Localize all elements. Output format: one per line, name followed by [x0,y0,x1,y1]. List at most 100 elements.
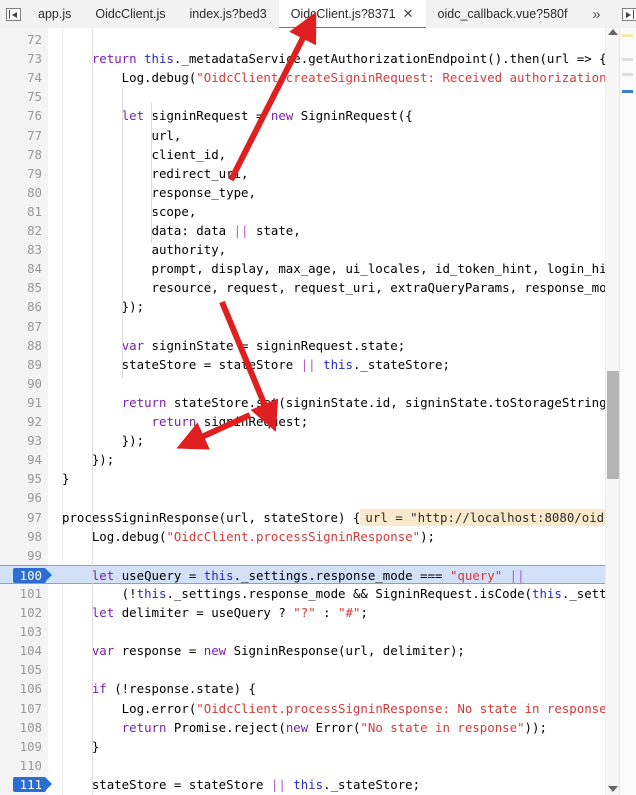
line-text: Log.debug("OidcClient.processSigninRespo… [62,528,435,544]
code-line[interactable]: 99 [0,546,636,565]
editor-window: app.js OidcClient.js index.js?bed3 OidcC… [0,0,636,795]
code-line[interactable]: 111 stateStore = stateStore || this._sta… [0,775,636,794]
indent-guide [121,88,123,378]
code-line[interactable]: 87 [0,317,636,336]
split-pane-icon [621,7,636,21]
line-number: 75 [27,89,42,105]
line-text: let useQuery = this._settings.response_m… [91,567,525,583]
code-line[interactable]: 90 [0,374,636,393]
line-number: 90 [27,375,42,391]
line-text: var signinState = signinRequest.state; [121,337,406,353]
line-number: 103 [19,624,42,640]
line-number: 86 [27,299,42,315]
line-number: 97 [27,509,42,525]
code-line[interactable]: 109 } [0,737,636,756]
code-line[interactable]: 106 if (!response.state) { [0,679,636,698]
line-number: 107 [19,700,42,716]
code-line[interactable]: 108 return Promise.reject(new Error("No … [0,718,636,737]
code-line[interactable]: 88 var signinState = signinRequest.state… [0,336,636,355]
code-line[interactable]: 86 }); [0,297,636,316]
code-line[interactable]: 102 let delimiter = useQuery ? "?" : "#"… [0,603,636,622]
code-editor-pane[interactable]: 72 73 return this._metadataService.getAut… [0,28,636,795]
code-line[interactable]: 81 scope, [0,202,636,221]
line-number: 73 [27,51,42,67]
split-editor-button[interactable] [613,0,636,28]
scrollbar-thumb[interactable] [607,371,619,479]
code-line[interactable]: 93 }); [0,431,636,450]
line-number: 110 [19,757,42,773]
line-number: 77 [27,127,42,143]
marker-change[interactable] [622,58,633,61]
code-line[interactable]: 92 return signinRequest; [0,412,636,431]
line-number: 91 [27,394,42,410]
marker-warning[interactable] [622,34,633,37]
line-text: }); [62,299,145,315]
line-number: 79 [27,165,42,181]
line-number: 88 [27,337,42,353]
line-number: 74 [27,70,42,86]
code-line[interactable]: 89 stateStore = stateStore || this._stat… [0,355,636,374]
line-text: } [62,738,100,754]
line-number: 82 [27,223,42,238]
line-text: stateStore = stateStore || this._stateSt… [62,776,421,792]
code-line[interactable]: 95} [0,469,636,488]
code-line[interactable]: 85 resource, request, request_uri, extra… [0,278,636,297]
scroll-up-arrow-icon[interactable] [608,29,618,35]
code-line[interactable]: 110 [0,756,636,775]
close-icon[interactable]: ✕ [403,7,414,20]
code-line[interactable]: 78 client_id, [0,145,636,164]
code-line[interactable]: 74 Log.debug("OidcClient.createSigninReq… [0,68,636,87]
scroll-down-arrow-icon[interactable] [608,786,618,792]
line-number: 95 [27,471,42,487]
code-line[interactable]: 105 [0,660,636,679]
code-line[interactable]: 101 (!this._settings.response_mode && Si… [0,584,636,603]
marker-change[interactable] [622,73,633,76]
code-line[interactable]: 103 [0,622,636,641]
tab-index-js[interactable]: index.js?bed3 [178,0,279,28]
code-line[interactable]: 83 authority, [0,240,636,259]
line-number: 109 [19,738,42,754]
line-text: (!this._settings.response_mode && Signin… [62,585,636,601]
line-number: 99 [27,547,42,563]
code-content[interactable]: 72 73 return this._metadataService.getAut… [0,28,636,795]
code-line[interactable]: 73 return this._metadataService.getAutho… [0,49,636,68]
vertical-scrollbar[interactable] [605,28,620,795]
line-text: } [62,471,70,487]
line-number: 83 [27,242,42,258]
tab-app-js[interactable]: app.js [26,0,83,28]
line-text: }); [62,433,145,449]
chevron-left-icon [5,7,21,21]
code-line[interactable]: 107 Log.error("OidcClient.processSigninR… [0,699,636,718]
line-number: 98 [27,528,42,544]
line-number: 111 [19,776,42,792]
marker-caret[interactable] [622,90,633,93]
code-line[interactable]: 91 return stateStore.set(signinState.id,… [0,393,636,412]
tab-scroll-left-button[interactable] [0,0,26,28]
tab-label: OidcClient.js [95,7,166,21]
line-text: Log.debug("OidcClient.createSigninReques… [62,70,636,86]
code-line[interactable]: 104 var response = new SigninResponse(ur… [0,641,636,660]
code-line[interactable]: 97 processSigninResponse(url, stateStore)… [0,508,636,527]
tab-overflow-button[interactable]: » [579,0,613,28]
code-line[interactable]: 84 prompt, display, max_age, ui_locales,… [0,259,636,278]
tab-oidcclient-js[interactable]: OidcClient.js [83,0,177,28]
code-line[interactable]: 79 redirect_uri, [0,164,636,183]
code-line[interactable]: 72 [0,30,636,49]
line-text: return stateStore.set(signinState.id, si… [121,394,636,410]
tab-label: OidcClient.js?8371 [290,6,396,21]
line-number: 81 [27,203,42,219]
code-line[interactable]: 77 url, [0,126,636,145]
code-line[interactable]: 100 let useQuery = this._settings.respon… [0,564,636,584]
line-text: Log.error("OidcClient.processSigninRespo… [62,700,629,716]
tab-oidc-callback-vue[interactable]: oidc_callback.vue?580f [426,0,580,28]
code-line[interactable]: 94 }); [0,450,636,469]
tab-oidcclient-js-8371[interactable]: OidcClient.js?8371 ✕ [278,0,426,29]
code-line[interactable]: 98 Log.debug("OidcClient.processSigninRe… [0,527,636,546]
inline-debug-hint: url = "http://localhost:8080/oidc_callba [360,508,636,526]
code-line[interactable]: 75 [0,87,636,106]
marker-strip[interactable] [619,28,636,795]
code-line[interactable]: 76 let signinRequest = new SigninRequest… [0,106,636,125]
code-line[interactable]: 96 [0,488,636,507]
code-line[interactable]: 82 data: data || state, [0,221,636,240]
code-line[interactable]: 80 response_type, [0,183,636,202]
